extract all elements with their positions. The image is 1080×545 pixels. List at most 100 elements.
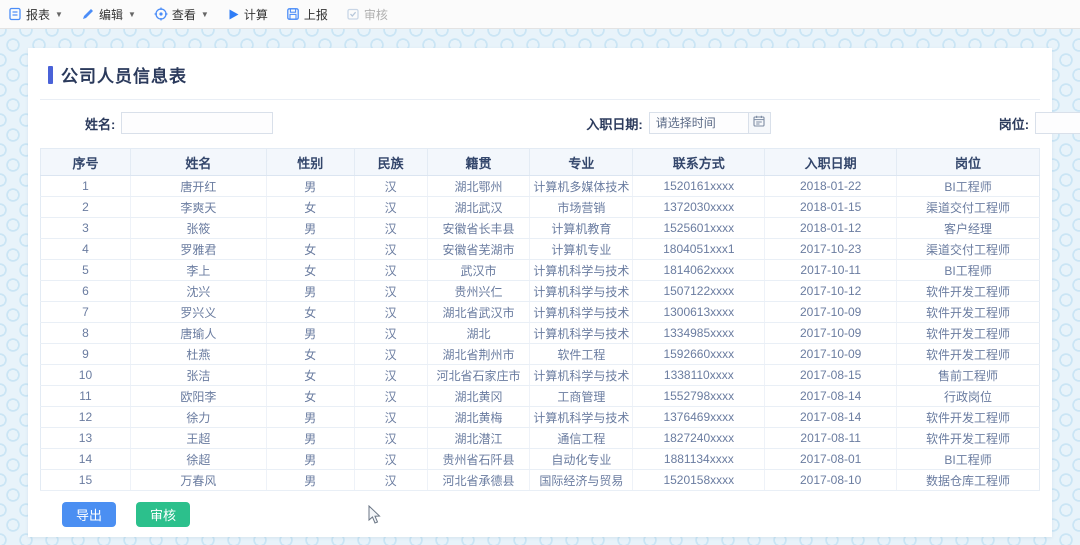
table-cell: 汉: [354, 218, 427, 239]
name-input[interactable]: [121, 112, 273, 134]
table-cell: 计算机科学与技术: [530, 323, 633, 344]
table-cell: 湖北: [427, 323, 530, 344]
table-cell: 2017-08-15: [765, 365, 897, 386]
table-cell: 通信工程: [530, 428, 633, 449]
audit-button[interactable]: 审核: [136, 502, 190, 527]
table-cell: 自动化专业: [530, 449, 633, 470]
table-cell: 女: [266, 197, 354, 218]
table-cell: 汉: [354, 470, 427, 491]
table-cell: 软件开发工程师: [897, 344, 1040, 365]
table-cell: 1804051xxx1: [633, 239, 765, 260]
table-cell: 贵州兴仁: [427, 281, 530, 302]
table-cell: 男: [266, 176, 354, 197]
table-cell: 软件开发工程师: [897, 407, 1040, 428]
table-cell: 计算机科学与技术: [530, 407, 633, 428]
table-cell: 1507122xxxx: [633, 281, 765, 302]
column-header: 序号: [41, 149, 131, 176]
table-cell: 河北省石家庄市: [427, 365, 530, 386]
table-row: 10张洁女汉河北省石家庄市计算机科学与技术1338110xxxx2017-08-…: [41, 365, 1040, 386]
table-cell: 2017-10-09: [765, 323, 897, 344]
table-cell: 计算机教育: [530, 218, 633, 239]
toolbar-submit-button[interactable]: 上报: [286, 6, 328, 23]
table-cell: 2018-01-15: [765, 197, 897, 218]
table-cell: 唐开红: [130, 176, 266, 197]
table-cell: 计算机科学与技术: [530, 302, 633, 323]
table-row: 8唐瑜人男汉湖北计算机科学与技术1334985xxxx2017-10-09软件开…: [41, 323, 1040, 344]
title-divider: [40, 99, 1040, 100]
table-cell: 武汉市: [427, 260, 530, 281]
toolbar-item-label: 编辑: [99, 6, 123, 23]
position-label: 岗位:: [999, 114, 1029, 133]
personnel-table-wrap: 序号 姓名 性别 民族 籍贯 专业 联系方式 入职日期 岗位 1唐开红男汉湖北鄂…: [40, 148, 1040, 491]
table-row: 9杜燕女汉湖北省荆州市软件工程1592660xxxx2017-10-09软件开发…: [41, 344, 1040, 365]
table-cell: 张筱: [130, 218, 266, 239]
table-cell: 沈兴: [130, 281, 266, 302]
position-select[interactable]: [1035, 112, 1080, 134]
toolbar-report-menu[interactable]: 报表 ▼: [8, 6, 63, 23]
table-cell: 6: [41, 281, 131, 302]
table-cell: 女: [266, 239, 354, 260]
table-cell: 客户经理: [897, 218, 1040, 239]
table-cell: 1300613xxxx: [633, 302, 765, 323]
table-cell: 男: [266, 323, 354, 344]
edit-icon: [81, 7, 95, 21]
calendar-icon: [753, 114, 765, 132]
table-cell: 女: [266, 365, 354, 386]
table-cell: 罗雅君: [130, 239, 266, 260]
table-cell: 湖北黄梅: [427, 407, 530, 428]
table-cell: 贵州省石阡县: [427, 449, 530, 470]
table-cell: 7: [41, 302, 131, 323]
table-cell: 1827240xxxx: [633, 428, 765, 449]
toolbar-calculate-button[interactable]: 计算: [227, 6, 268, 23]
calendar-button[interactable]: [749, 112, 771, 134]
table-cell: 张洁: [130, 365, 266, 386]
table-cell: 软件开发工程师: [897, 281, 1040, 302]
table-cell: 1525601xxxx: [633, 218, 765, 239]
table-cell: 工商管理: [530, 386, 633, 407]
table-cell: 男: [266, 407, 354, 428]
table-cell: 4: [41, 239, 131, 260]
toolbar-item-label: 报表: [26, 6, 50, 23]
view-icon: [154, 7, 168, 21]
table-cell: 11: [41, 386, 131, 407]
table-cell: 湖北潜江: [427, 428, 530, 449]
toolbar-view-menu[interactable]: 查看 ▼: [154, 6, 209, 23]
table-cell: 2017-10-09: [765, 344, 897, 365]
table-cell: 1592660xxxx: [633, 344, 765, 365]
table-row: 11欧阳李女汉湖北黄冈工商管理1552798xxxx2017-08-14行政岗位: [41, 386, 1040, 407]
hire-date-input[interactable]: [649, 112, 749, 134]
table-cell: 湖北省荆州市: [427, 344, 530, 365]
calculate-icon: [227, 8, 240, 21]
table-cell: 14: [41, 449, 131, 470]
table-row: 15万春风男汉河北省承德县国际经济与贸易1520158xxxx2017-08-1…: [41, 470, 1040, 491]
table-cell: 1552798xxxx: [633, 386, 765, 407]
title-accent-bar: [48, 66, 53, 84]
table-cell: 汉: [354, 407, 427, 428]
table-cell: 汉: [354, 239, 427, 260]
table-cell: 1372030xxxx: [633, 197, 765, 218]
table-cell: 湖北省武汉市: [427, 302, 530, 323]
report-icon: [8, 7, 22, 21]
table-cell: 湖北鄂州: [427, 176, 530, 197]
toolbar-item-label: 查看: [172, 6, 196, 23]
table-cell: 1: [41, 176, 131, 197]
column-header: 民族: [354, 149, 427, 176]
toolbar-item-label: 计算: [244, 6, 268, 23]
table-cell: 汉: [354, 323, 427, 344]
audit-icon: [346, 7, 360, 21]
table-cell: 罗兴义: [130, 302, 266, 323]
table-row: 1唐开红男汉湖北鄂州计算机多媒体技术1520161xxxx2018-01-22B…: [41, 176, 1040, 197]
table-cell: 1376469xxxx: [633, 407, 765, 428]
table-cell: 1334985xxxx: [633, 323, 765, 344]
table-cell: 计算机专业: [530, 239, 633, 260]
table-cell: 李上: [130, 260, 266, 281]
table-row: 14徐超男汉贵州省石阡县自动化专业1881134xxxx2017-08-01BI…: [41, 449, 1040, 470]
toolbar-edit-menu[interactable]: 编辑 ▼: [81, 6, 136, 23]
table-cell: 河北省承德县: [427, 470, 530, 491]
export-button[interactable]: 导出: [62, 502, 116, 527]
table-cell: 12: [41, 407, 131, 428]
personnel-table: 序号 姓名 性别 民族 籍贯 专业 联系方式 入职日期 岗位 1唐开红男汉湖北鄂…: [40, 148, 1040, 491]
table-cell: 1520158xxxx: [633, 470, 765, 491]
table-cell: 汉: [354, 302, 427, 323]
table-cell: 13: [41, 428, 131, 449]
